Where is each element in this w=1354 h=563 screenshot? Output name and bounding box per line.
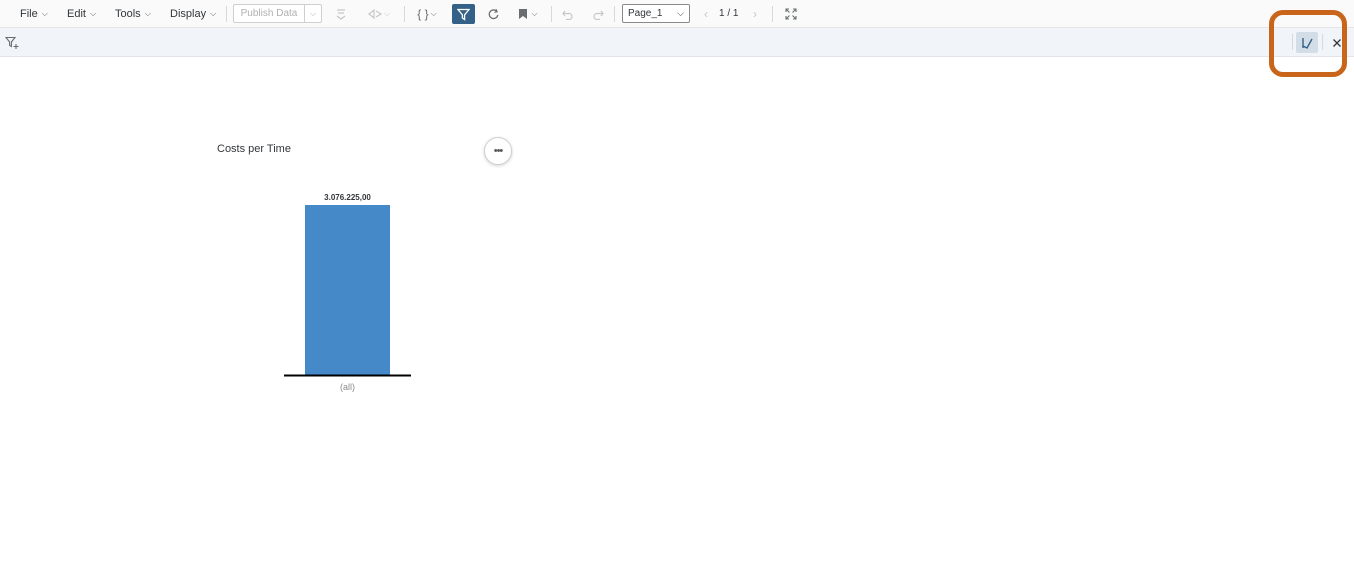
refresh-icon[interactable] xyxy=(486,3,500,25)
bar-chart: 3.076.225,00 (all) xyxy=(284,193,411,392)
menu-edit[interactable]: Edit ⌵ xyxy=(67,0,96,28)
chevron-down-icon: ⌵ xyxy=(677,8,684,18)
menu-display-label: Display xyxy=(170,7,207,20)
toolbar-separator xyxy=(614,6,615,22)
bar[interactable] xyxy=(305,205,390,375)
add-filter-icon[interactable] xyxy=(4,36,19,50)
filter-icon xyxy=(457,8,470,21)
data-action-icon[interactable]: ⌵ xyxy=(366,3,392,25)
menu-edit-label: Edit xyxy=(67,7,86,20)
chevron-down-icon: ⌵ xyxy=(210,8,217,18)
widget-title: Costs per Time xyxy=(217,143,291,155)
toolbar-separator xyxy=(226,6,227,22)
toolbar-separator xyxy=(772,6,773,22)
chevron-down-icon: ⌵ xyxy=(41,8,48,18)
menu-file-label: File xyxy=(20,7,38,20)
filter-bar xyxy=(0,28,1354,57)
category-label: (all) xyxy=(340,382,355,392)
data-label: 3.076.225,00 xyxy=(324,193,371,202)
filter-toggle-button[interactable] xyxy=(452,4,475,24)
menu-display[interactable]: Display ⌵ xyxy=(170,0,216,28)
chevron-left-icon[interactable]: ‹ xyxy=(701,3,711,25)
toolbar-separator xyxy=(551,6,552,22)
publish-data-button[interactable]: Publish Data ⌵ xyxy=(233,4,322,23)
chevron-down-icon[interactable]: ⌵ xyxy=(305,5,321,22)
bookmark-icon[interactable]: ⌵ xyxy=(515,3,541,25)
chevron-down-icon: ⌵ xyxy=(531,9,538,18)
chevron-right-icon[interactable]: › xyxy=(750,3,760,25)
chevron-down-icon: ⌵ xyxy=(430,9,437,18)
chevron-down-icon: ⌵ xyxy=(89,8,97,18)
menu-tools[interactable]: Tools ⌵ xyxy=(115,0,151,28)
page-select[interactable]: Page_1 ⌵ xyxy=(622,4,690,23)
chevron-down-icon: ⌵ xyxy=(383,9,391,18)
page-select-value: Page_1 xyxy=(628,8,663,19)
formula-icon[interactable]: { } ⌵ xyxy=(414,3,440,25)
redo-icon[interactable] xyxy=(591,3,605,25)
more-options-button[interactable]: ••• xyxy=(484,137,512,165)
chevron-down-icon: ⌵ xyxy=(144,8,151,18)
menu-file[interactable]: File ⌵ xyxy=(20,0,48,28)
version-management-icon[interactable] xyxy=(334,3,348,25)
undo-icon[interactable] xyxy=(561,3,575,25)
main-toolbar: File ⌵ Edit ⌵ Tools ⌵ Display ⌵ Publish … xyxy=(0,0,1354,28)
more-options-icon: ••• xyxy=(493,145,504,157)
menu-tools-label: Tools xyxy=(115,7,141,20)
highlight-annotation xyxy=(1269,10,1347,77)
fullscreen-icon[interactable] xyxy=(784,3,798,25)
toolbar-separator xyxy=(404,6,405,22)
page-counter: 1 / 1 xyxy=(719,8,739,19)
publish-data-label: Publish Data xyxy=(234,5,305,22)
